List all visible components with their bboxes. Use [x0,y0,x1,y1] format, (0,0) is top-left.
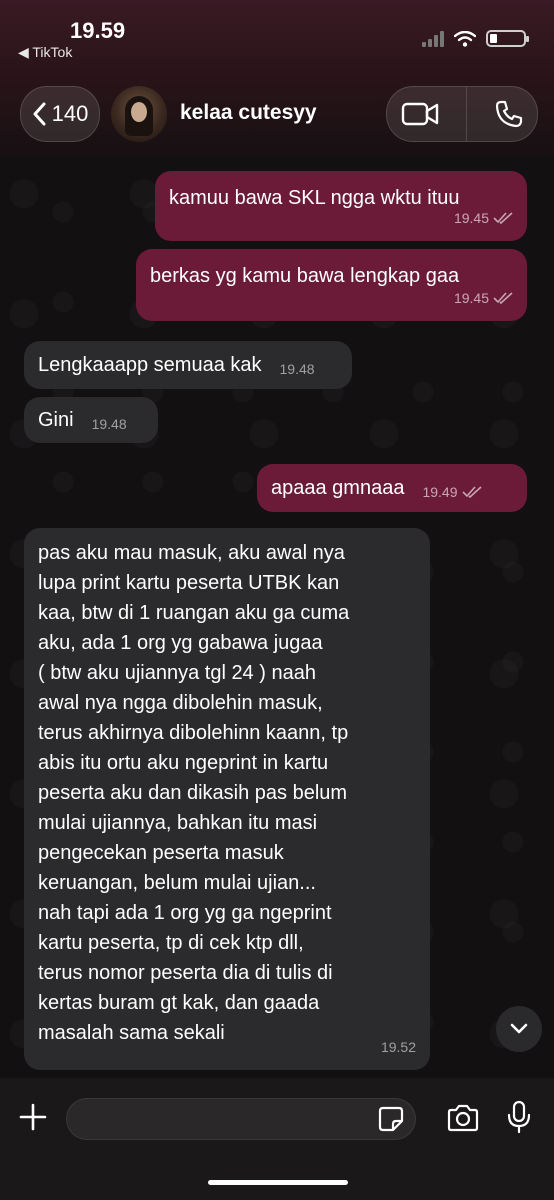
message-time: 19.45 [453,210,489,226]
status-icons [422,30,529,47]
status-time: 19.59 [70,18,126,43]
double-check-icon [493,292,513,304]
status-bar: 19.59 ◀ TikTok [0,0,554,64]
microphone-icon[interactable] [506,1100,532,1134]
message-bubble-outgoing[interactable]: berkas yg kamu bawa lengkap gaa 19.45 [136,249,527,321]
message-text: Gini [38,409,74,431]
message-input[interactable] [66,1098,416,1140]
message-text: apaaa gmnaaa [271,477,405,499]
call-actions [386,86,538,142]
contact-name[interactable]: kelaa cutesyy [180,101,317,125]
unread-count: 140 [51,101,89,126]
message-time: 19.45 [453,290,489,306]
message-list[interactable]: kamuu bawa SKL ngga wktu ituu 19.45 berk… [0,158,554,1078]
message-time: 19.49 [422,484,458,500]
phone-icon[interactable] [494,99,524,129]
battery-icon [486,30,529,47]
chevron-down-icon [510,1023,528,1034]
signal-icon [422,30,444,47]
message-bubble-incoming[interactable]: Lengkaaapp semuaa kak 19.48 [24,341,352,389]
message-time: 19.48 [91,416,127,432]
message-time: 19.48 [279,361,315,377]
message-text: pas aku mau masuk, aku awal nya lupa pri… [38,542,350,1044]
double-check-icon [461,486,482,498]
message-text: Lengkaaapp semuaa kak [38,354,262,376]
sticker-icon[interactable] [378,1106,404,1132]
message-bubble-incoming[interactable]: pas aku mau masuk, aku awal nya lupa pri… [24,528,430,1070]
message-bubble-incoming[interactable]: Gini 19.48 [24,397,158,443]
message-bubble-outgoing[interactable]: apaaa gmnaaa 19.49 [257,464,527,512]
video-icon[interactable] [401,101,439,127]
message-text: kamuu bawa SKL ngga wktu ituu [169,187,460,209]
home-indicator [208,1180,348,1185]
avatar[interactable] [111,86,167,142]
camera-icon[interactable] [446,1104,480,1132]
message-bubble-outgoing[interactable]: kamuu bawa SKL ngga wktu ituu 19.45 [155,171,527,241]
double-check-icon [493,212,513,224]
plus-icon[interactable] [18,1102,48,1132]
scroll-to-bottom-button[interactable] [496,1006,542,1052]
message-text: berkas yg kamu bawa lengkap gaa [150,265,460,287]
chevron-left-icon [33,102,46,126]
message-time: 19.52 [380,1039,416,1055]
back-to-app-link[interactable]: ◀ TikTok [18,44,72,61]
back-button[interactable]: 140 [20,86,100,142]
wifi-icon [454,30,476,47]
